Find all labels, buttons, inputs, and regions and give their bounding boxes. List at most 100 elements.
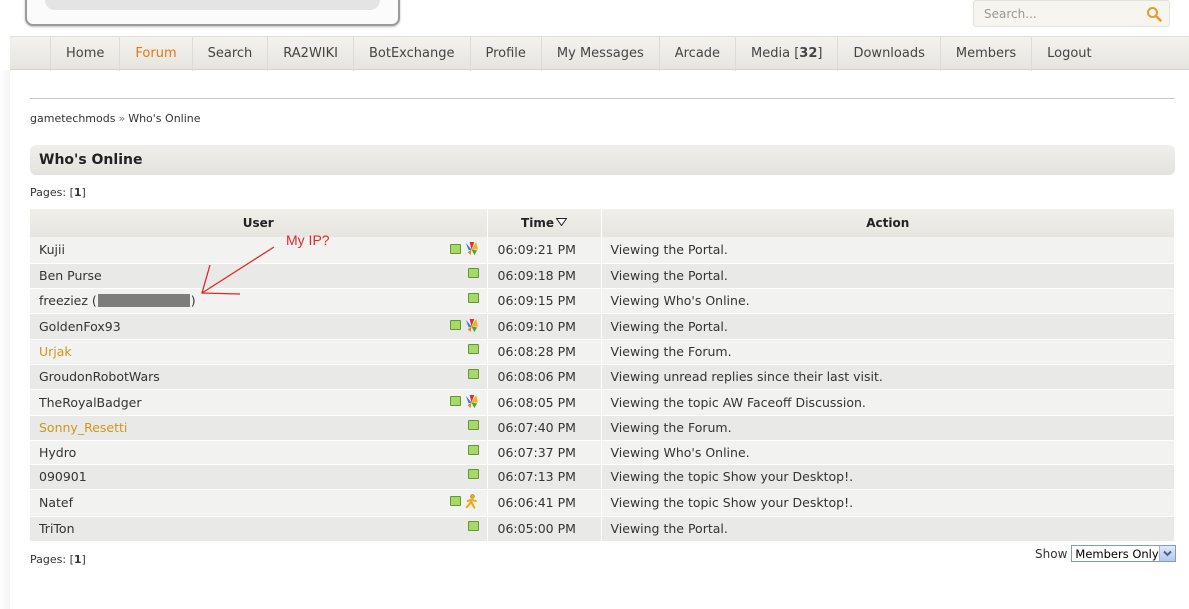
left-edge-shadow <box>0 70 10 609</box>
status-icons <box>467 292 479 303</box>
table-row: GroudonRobotWars 06:08:06 PM Viewing unrea… <box>30 364 1175 390</box>
main-nav: Home Forum Search RA2WIKI BotExchange Profile… <box>10 36 1189 71</box>
breadcrumb-home-link[interactable]: gametechmods <box>30 112 115 125</box>
header-user[interactable]: User <box>30 209 488 237</box>
action-cell: Viewing Who's Online. <box>601 440 1175 465</box>
status-icons <box>467 267 479 278</box>
time-cell: 06:08:05 PM <box>487 389 602 416</box>
online-status-icon <box>467 520 479 531</box>
nav-item-profile[interactable]: Profile <box>469 37 541 71</box>
action-cell: Viewing the Portal. <box>601 237 1175 264</box>
pages-label-bottom: Pages: <box>30 553 67 566</box>
time-cell: 06:09:18 PM <box>487 263 602 289</box>
user-link[interactable]: TriTon <box>39 521 75 536</box>
nav-item-members[interactable]: Members <box>939 37 1031 71</box>
user-link[interactable]: GroudonRobotWars <box>39 369 160 384</box>
header-user-label: User <box>242 216 274 230</box>
user-cell: Hydro <box>30 440 488 465</box>
breadcrumb: gametechmods» Who's Online <box>30 112 201 125</box>
show-filter-select[interactable]: Members Only <box>1071 545 1177 562</box>
user-link[interactable]: Sonny_Resetti <box>39 420 127 435</box>
action-cell: Viewing Who's Online. <box>601 288 1175 314</box>
search-input[interactable] <box>982 6 1142 22</box>
nav-item-badge: 32 <box>799 46 818 61</box>
user-cell: TheRoyalBadger <box>30 389 488 416</box>
online-status-icon <box>467 292 479 303</box>
breadcrumb-separator: » <box>118 112 126 125</box>
nav-item-home[interactable]: Home <box>50 37 119 71</box>
breadcrumb-current[interactable]: Who's Online <box>128 112 200 125</box>
online-status-icon <box>467 343 479 354</box>
user-cell: Natef <box>30 489 488 517</box>
status-icons <box>449 318 479 333</box>
nav-item-label: Profile <box>485 46 526 61</box>
user-link[interactable]: Urjak <box>39 344 72 359</box>
action-cell: Viewing the Forum. <box>601 339 1175 365</box>
nav-item-downloads[interactable]: Downloads <box>837 37 939 71</box>
user-link[interactable]: freeziez <box>39 293 88 308</box>
user-cell: Sonny_Resetti <box>30 415 488 441</box>
action-cell: Viewing unread replies since their last … <box>601 364 1175 390</box>
nav-item-label: BotExchange <box>369 46 455 61</box>
user-link[interactable]: Kujii <box>39 242 65 257</box>
msn-butterfly-icon[interactable] <box>464 394 479 409</box>
nav-item-ra2wiki[interactable]: RA2WIKI <box>267 37 353 71</box>
nav-item-label: Search <box>207 46 253 61</box>
status-icons <box>467 419 479 430</box>
user-cell: TriTon <box>30 516 488 542</box>
time-cell: 06:07:40 PM <box>487 415 602 441</box>
sort-desc-icon[interactable] <box>555 218 567 226</box>
user-cell: GoldenFox93 <box>30 313 488 340</box>
user-link[interactable]: Natef <box>39 495 73 510</box>
nav-item-logout[interactable]: Logout <box>1031 37 1107 71</box>
msn-butterfly-icon[interactable] <box>464 318 479 333</box>
status-icons <box>467 520 479 531</box>
dropdown-arrow-icon[interactable] <box>1159 546 1176 561</box>
user-link[interactable]: TheRoyalBadger <box>39 395 141 410</box>
user-link[interactable]: 090901 <box>39 469 87 484</box>
status-icons <box>467 444 479 455</box>
user-link[interactable]: Ben Purse <box>39 268 102 283</box>
nav-item-label: Downloads <box>853 46 925 61</box>
pages-current-bottom[interactable]: 1 <box>74 553 82 566</box>
status-icons <box>449 493 479 509</box>
nav-item-botexchange[interactable]: BotExchange <box>353 37 470 71</box>
status-icons <box>467 343 479 354</box>
header-action-label: Action <box>866 216 910 230</box>
action-cell: Viewing the Portal. <box>601 516 1175 542</box>
header-time-label: Time <box>521 216 554 230</box>
time-cell: 06:09:10 PM <box>487 313 602 340</box>
time-cell: 06:06:41 PM <box>487 489 602 517</box>
nav-item-label: Forum <box>135 46 177 61</box>
user-cell: Urjak <box>30 339 488 365</box>
status-icons <box>467 468 479 479</box>
nav-item-forum[interactable]: Forum <box>119 37 191 71</box>
logo-image <box>45 0 380 10</box>
nav-item-search[interactable]: Search <box>191 37 268 71</box>
user-link[interactable]: Hydro <box>39 445 76 460</box>
search-icon[interactable] <box>1146 6 1162 22</box>
nav-item-label: Media [ <box>751 46 800 61</box>
online-status-icon <box>449 496 461 506</box>
msn-butterfly-icon[interactable] <box>464 241 479 256</box>
header-time[interactable]: Time <box>487 209 602 237</box>
time-cell: 06:09:21 PM <box>487 237 602 264</box>
nav-item-label: Home <box>66 46 105 61</box>
online-status-icon <box>449 320 461 330</box>
user-link[interactable]: GoldenFox93 <box>39 319 121 334</box>
pagination-top: Pages: [1] <box>30 186 86 199</box>
nav-item-media[interactable]: Media [32] <box>735 37 837 71</box>
search-box <box>973 0 1170 27</box>
aim-running-man-icon[interactable] <box>464 493 479 509</box>
table-row: Urjak 06:08:28 PM Viewing the Forum. <box>30 339 1175 365</box>
header-action[interactable]: Action <box>601 209 1175 237</box>
nav-item-arcade[interactable]: Arcade <box>658 37 735 71</box>
table-row: TriTon 06:05:00 PM Viewing the Portal. <box>30 516 1175 542</box>
nav-item-suffix: ] <box>817 46 823 61</box>
site-logo[interactable] <box>25 0 400 26</box>
time-cell: 06:05:00 PM <box>487 516 602 542</box>
time-cell: 06:07:37 PM <box>487 440 602 465</box>
pages-current[interactable]: 1 <box>74 186 82 199</box>
nav-item-label: Members <box>955 46 1017 61</box>
nav-item-my-messages[interactable]: My Messages <box>540 37 659 71</box>
